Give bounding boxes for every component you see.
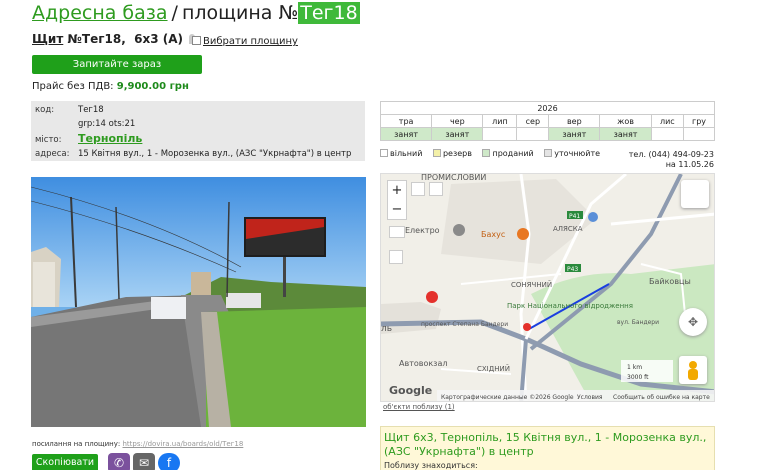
info-address-value: 15 Квітня вул., 1 - Морозенка вул., (АЗС… xyxy=(78,149,352,159)
info-code-value: Тег18 xyxy=(78,105,104,115)
pegman-icon[interactable] xyxy=(679,356,707,384)
calendar-status xyxy=(516,127,550,141)
calendar-status: занят xyxy=(431,127,484,141)
contact-phone: тел. (044) 494-09-23 на 11.05.26 xyxy=(628,150,714,170)
map-label: СОНЯЧНИЙ xyxy=(511,280,552,289)
map-ruler-icon[interactable] xyxy=(389,226,405,238)
zoom-in-icon[interactable]: + xyxy=(388,181,406,200)
address-summary: Щит 6х3, Тернопіль, 15 Квітня вул., 1 - … xyxy=(380,426,715,470)
legend-free: вільний xyxy=(380,149,422,158)
map-road-label: P43 xyxy=(567,266,578,273)
address-summary-text: Щит 6х3, Тернопіль, 15 Квітня вул., 1 - … xyxy=(384,431,707,458)
map-save-icon[interactable] xyxy=(429,182,443,196)
share-url[interactable]: https://dovira.ua/boards/old/Тег18 xyxy=(123,440,244,448)
calendar-month: жов xyxy=(599,114,652,128)
board-subtitle: Щит №Тег18, 6х3 (А) xyxy=(32,32,195,46)
map-label: ПРОМИСЛОВИЙ xyxy=(421,174,486,182)
calendar-month: вер xyxy=(548,114,601,128)
map-label: Автовокзал xyxy=(399,359,447,368)
availability-legend: вільний резерв проданий уточнюйте xyxy=(380,149,608,158)
map-label: проспект Степана Бандери xyxy=(421,321,508,328)
legend-reserve: резерв xyxy=(432,149,472,158)
info-city-key: місто: xyxy=(35,135,62,145)
locate-icon[interactable]: ✥ xyxy=(679,308,707,336)
info-city-row: місто: Тернопіль xyxy=(35,132,142,145)
map-label: Байковцы xyxy=(649,277,691,286)
title-prefix: площина № xyxy=(181,2,299,24)
calendar-month: лип xyxy=(482,114,518,128)
map-pan-tool[interactable] xyxy=(411,182,425,196)
availability-calendar: 2026 тра чер лип сер вер жов лис гру зан… xyxy=(379,101,715,141)
calendar-month: лис xyxy=(650,114,685,128)
mail-icon[interactable]: ✉ xyxy=(133,453,155,470)
map-road-label: P41 xyxy=(569,213,580,220)
board-format: 6х3 (А) xyxy=(134,32,183,46)
copy-button[interactable]: Скопіювати xyxy=(32,454,98,470)
breadcrumb-separator: / xyxy=(171,2,178,24)
viber-icon[interactable]: ✆ xyxy=(108,453,130,470)
map-label: ль xyxy=(381,324,392,334)
price: Прайс без ПДВ: 9,900.00 грн xyxy=(32,81,189,92)
facebook-icon[interactable]: f xyxy=(158,453,180,470)
calendar-month: гру xyxy=(683,114,715,128)
map-draw-icon[interactable] xyxy=(389,250,403,264)
calendar-year: 2026 xyxy=(380,101,715,115)
map-label: АЛЯСКА xyxy=(553,225,583,233)
request-now-button[interactable]: Запитайте зараз xyxy=(32,55,202,74)
map-scale-km: 1 km xyxy=(627,364,642,371)
calendar-status xyxy=(683,127,715,141)
select-board-checkbox[interactable]: Вибрати площину xyxy=(192,36,298,47)
map-attribution: Картографические данные ©2026 Google xyxy=(441,394,574,401)
map-google-logo: Google xyxy=(389,384,432,397)
info-grp-value: grp:14 ots:21 xyxy=(78,119,136,129)
calendar-month: сер xyxy=(516,114,550,128)
nearby-objects-link[interactable]: об'єкти поблизу (1) xyxy=(383,403,455,411)
map-report[interactable]: Сообщить об ошибке на карте xyxy=(613,394,710,401)
map-zoom-controls: + − xyxy=(387,180,407,220)
share-label: посилання на площину: xyxy=(32,440,121,448)
calendar-status xyxy=(650,127,685,141)
calendar-status: занят xyxy=(599,127,652,141)
map-label: Електро xyxy=(405,226,440,235)
board-photo[interactable] xyxy=(31,177,366,427)
map-terms[interactable]: Условия xyxy=(577,394,603,401)
map-label: СХІДНИЙ xyxy=(477,364,510,373)
legend-sold: проданий xyxy=(482,149,534,158)
board-info-panel: код: Тег18 grp:14 ots:21 місто: Тернопіль … xyxy=(31,101,365,161)
checkbox-box[interactable] xyxy=(192,36,201,45)
map-label: Парк Національного відродження xyxy=(507,302,633,310)
price-value: 9,900.00 грн xyxy=(116,81,189,92)
calendar-month: чер xyxy=(431,114,484,128)
info-address-row: адреса: 15 Квітня вул., 1 - Морозенка вул… xyxy=(35,149,351,159)
calendar-status xyxy=(482,127,518,141)
info-city-link[interactable]: Тернопіль xyxy=(78,132,142,145)
legend-check: уточнюйте xyxy=(544,149,600,158)
map-label: вул. Бандери xyxy=(617,319,659,326)
board-code: №Тег18, xyxy=(67,32,126,46)
breadcrumb-address-base[interactable]: Адресна база xyxy=(32,2,168,24)
select-board-label[interactable]: Вибрати площину xyxy=(203,36,298,47)
share-link-row: посилання на площину: https://dovira.ua/… xyxy=(32,440,243,448)
layers-icon[interactable] xyxy=(681,180,709,208)
zoom-out-icon[interactable]: − xyxy=(388,200,406,219)
price-label: Прайс без ПДВ: xyxy=(32,81,114,92)
updated-date: на 11.05.26 xyxy=(665,160,714,169)
page-title: Адресна база / площина № Тег18 xyxy=(32,2,360,24)
nearby-label: Поблизу знаходиться: xyxy=(384,461,478,470)
phone-number: тел. (044) 494-09-23 xyxy=(628,150,714,159)
map-label: Бахус xyxy=(481,230,505,239)
board-photo-image xyxy=(31,177,366,427)
calendar-status: занят xyxy=(379,127,433,141)
map[interactable]: ПРОМИСЛОВИЙ Бахус Електро АЛЯСКА СОНЯЧНИ… xyxy=(380,173,715,402)
board-type[interactable]: Щит xyxy=(32,32,63,46)
map-scale-ft: 3000 ft xyxy=(627,374,649,381)
board-code-highlight: Тег18 xyxy=(298,2,360,24)
calendar-status: занят xyxy=(548,127,601,141)
info-address-key: адреса: xyxy=(35,149,70,159)
map-canvas: ПРОМИСЛОВИЙ Бахус Електро АЛЯСКА СОНЯЧНИ… xyxy=(381,174,714,401)
info-grp-row: grp:14 ots:21 xyxy=(35,119,135,129)
info-code-row: код: Тег18 xyxy=(35,105,104,115)
info-code-key: код: xyxy=(35,105,55,115)
calendar-month: тра xyxy=(379,114,433,128)
